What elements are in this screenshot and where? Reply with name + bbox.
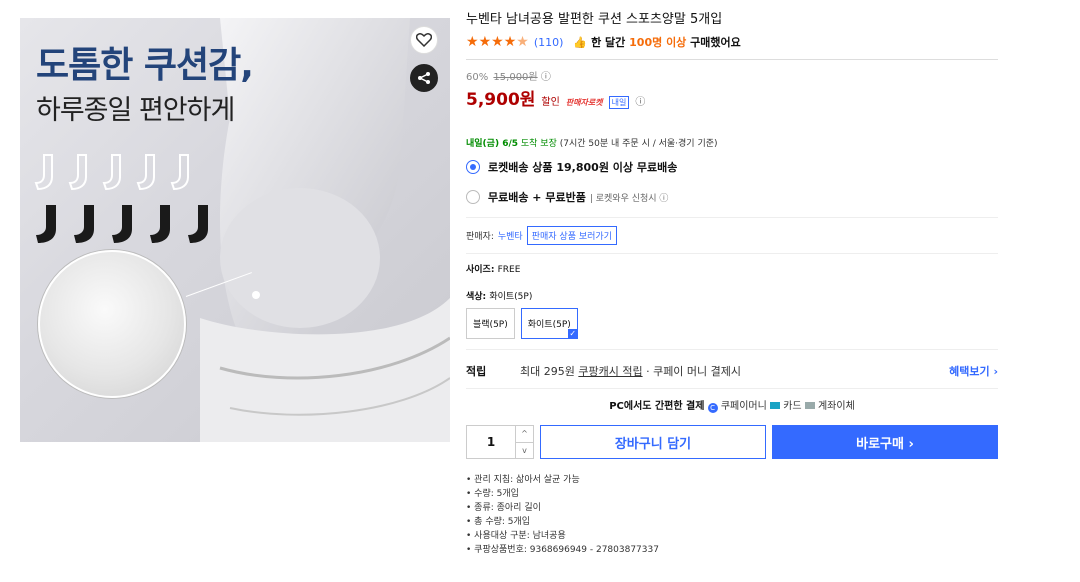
monthly-buyers-post: 구매했어요 [690, 36, 741, 49]
shipping-option-sub: | 로켓와우 신청시 ⓘ [589, 193, 669, 204]
payment-methods-row: PC에서도 간편한 결제 C 쿠페이머니 카드 계좌이체 [466, 397, 998, 413]
thumbs-up-icon: 👍 [573, 35, 588, 49]
delivery-condition: (7시간 50분 내 주문 시 / 서울·경기 기준) [559, 139, 718, 149]
color-label: 색상: [466, 292, 487, 302]
white-sock-icons [34, 153, 200, 193]
coupay-icon: C [707, 403, 718, 413]
delivery-eta: 내일(금) 6/5 도착 보장 (7시간 50분 내 주문 시 / 서울·경기 … [466, 136, 998, 149]
size-label: 사이즈: [466, 265, 495, 275]
info-icon[interactable]: ⓘ [635, 93, 645, 108]
chevron-up-icon[interactable]: ^ [516, 426, 533, 443]
star-icon: ★ [491, 34, 504, 50]
review-count-link[interactable]: (110) [534, 36, 564, 49]
payment-bank: 계좌이체 [817, 401, 855, 412]
share-icon [418, 72, 430, 84]
list-item: 수량: 5개입 [466, 487, 998, 501]
color-option: 색상: 화이트(5P) [466, 289, 998, 302]
arrival-guarantee: 도착 보장 [520, 139, 557, 149]
seller-row: 판매자: 누벤타 판매자 상품 보러가기 [466, 226, 998, 245]
divider [466, 388, 998, 389]
reward-condition: · 쿠페이 머니 결제시 [646, 365, 742, 378]
discount-rate: 60% [466, 72, 489, 83]
half-star-icon: ★ [516, 34, 529, 50]
coupang-cash-link[interactable]: 쿠팡캐시 적립 [578, 363, 642, 379]
black-sock-icons [34, 203, 220, 247]
list-item: 종류: 종아리 길이 [466, 501, 998, 515]
final-price: 5,900원 [466, 90, 536, 110]
divider [466, 217, 998, 218]
reward-label: 적립 [466, 365, 487, 378]
reward-amount: 최대 295원 [520, 365, 575, 378]
quantity-value[interactable]: 1 [467, 435, 515, 449]
monthly-buyers-text: 한 달간 100명 이상 구매했어요 [591, 34, 741, 50]
checkmark-icon: ✓ [567, 329, 578, 339]
list-item: 사용대상 구분: 남녀공용 [466, 529, 998, 543]
payment-lead: PC에서도 간편한 결제 [609, 401, 705, 412]
star-icon: ★ [466, 34, 479, 50]
payment-card: 카드 [783, 401, 802, 412]
zoom-pointer-dot [252, 291, 260, 299]
chevron-down-icon[interactable]: v [516, 443, 533, 459]
shipping-option-label: 로켓배송 상품 19,800원 이상 무료배송 [488, 161, 678, 174]
reward-row: 적립 최대 295원 쿠팡캐시 적립 · 쿠페이 머니 결제시 혜택보기 › [466, 358, 998, 384]
final-price-row: 5,900원 할인 판매자로켓 내일 ⓘ [466, 85, 998, 110]
star-icon: ★ [478, 34, 492, 50]
info-icon[interactable]: ⓘ [541, 72, 551, 83]
seller-label: 판매자: [466, 232, 494, 242]
product-title: 누벤타 남녀공용 발편한 쿠션 스포츠양말 5개입 [466, 12, 723, 27]
arrival-date: 내일(금) 6/5 [466, 139, 519, 149]
seller-name-link[interactable]: 누벤타 [498, 229, 523, 242]
list-item: 총 수량: 5개입 [466, 515, 998, 529]
size-value: FREE [497, 265, 521, 275]
buy-now-button[interactable]: 바로구매 › [772, 425, 998, 459]
heart-icon [416, 33, 432, 47]
color-choice-label: 화이트(5P) [527, 320, 571, 330]
quantity-stepper[interactable]: 1 ^ v [466, 425, 534, 459]
purchase-actions: 1 ^ v 장바구니 담기 바로구매 › [466, 425, 998, 459]
color-choice-white[interactable]: 화이트(5P) ✓ [520, 308, 578, 339]
card-icon [770, 402, 780, 409]
color-choice-black[interactable]: 블랙(5P) [466, 308, 515, 339]
shipping-option-rocket[interactable]: 로켓배송 상품 19,800원 이상 무료배송 [466, 159, 998, 175]
image-subline: 하루종일 편안하게 [36, 95, 235, 126]
discount-tag: 할인 [541, 97, 560, 108]
detail-zoom-circle [38, 250, 186, 398]
size-option: 사이즈: FREE [466, 262, 998, 275]
product-details-list: 관리 지침: 삶아서 살균 가능 수량: 5개입 종류: 종아리 길이 총 수량… [466, 473, 998, 557]
image-headline: 도톰한 쿠션감, [36, 45, 254, 86]
list-item: 쿠팡상품번호: 9368696949 - 27803877337 [466, 543, 998, 557]
monthly-buyers-pre: 한 달간 [591, 36, 626, 49]
radio-unselected-icon[interactable] [466, 190, 480, 204]
quantity-arrows: ^ v [515, 426, 533, 458]
color-choices: 블랙(5P) 화이트(5P) ✓ [466, 308, 998, 339]
seller-rocket-badge: 판매자로켓 [565, 98, 603, 107]
list-item: 관리 지침: 삶아서 살균 가능 [466, 473, 998, 487]
bank-icon [804, 402, 815, 409]
tomorrow-badge: 내일 [608, 96, 630, 109]
color-value: 화이트(5P) [489, 292, 533, 302]
product-info-panel: 누벤타 남녀공용 발편한 쿠션 스포츠양말 5개입 ★ ★ ★ ★ ★ (110… [466, 8, 998, 557]
divider [466, 59, 998, 60]
star-rating[interactable]: ★ ★ ★ ★ ★ [466, 34, 529, 50]
star-icon: ★ [503, 34, 517, 50]
divider [466, 253, 998, 254]
rating-row: ★ ★ ★ ★ ★ (110) 👍 한 달간 100명 이상 구매했어요 [466, 33, 998, 51]
add-to-cart-button[interactable]: 장바구니 담기 [540, 425, 766, 459]
seller-products-button[interactable]: 판매자 상품 보러가기 [526, 226, 617, 245]
product-image[interactable]: 도톰한 쿠션감, 하루종일 편안하게 [20, 18, 450, 442]
shipping-option-label: 무료배송 + 무료반품 [488, 191, 586, 204]
shipping-option-free-return[interactable]: 무료배송 + 무료반품 | 로켓와우 신청시 ⓘ [466, 189, 998, 205]
wishlist-button[interactable] [410, 26, 438, 54]
share-button[interactable] [410, 64, 438, 92]
monthly-buyers-count: 100명 이상 [629, 36, 687, 49]
radio-selected-icon[interactable] [466, 160, 480, 174]
benefits-more-link[interactable]: 혜택보기 › [949, 363, 998, 379]
payment-coupay: 쿠페이머니 [720, 401, 767, 412]
price-discount-row: 60% 15,000원 ⓘ [466, 68, 998, 83]
original-price: 15,000원 [493, 72, 538, 83]
divider [466, 349, 998, 350]
